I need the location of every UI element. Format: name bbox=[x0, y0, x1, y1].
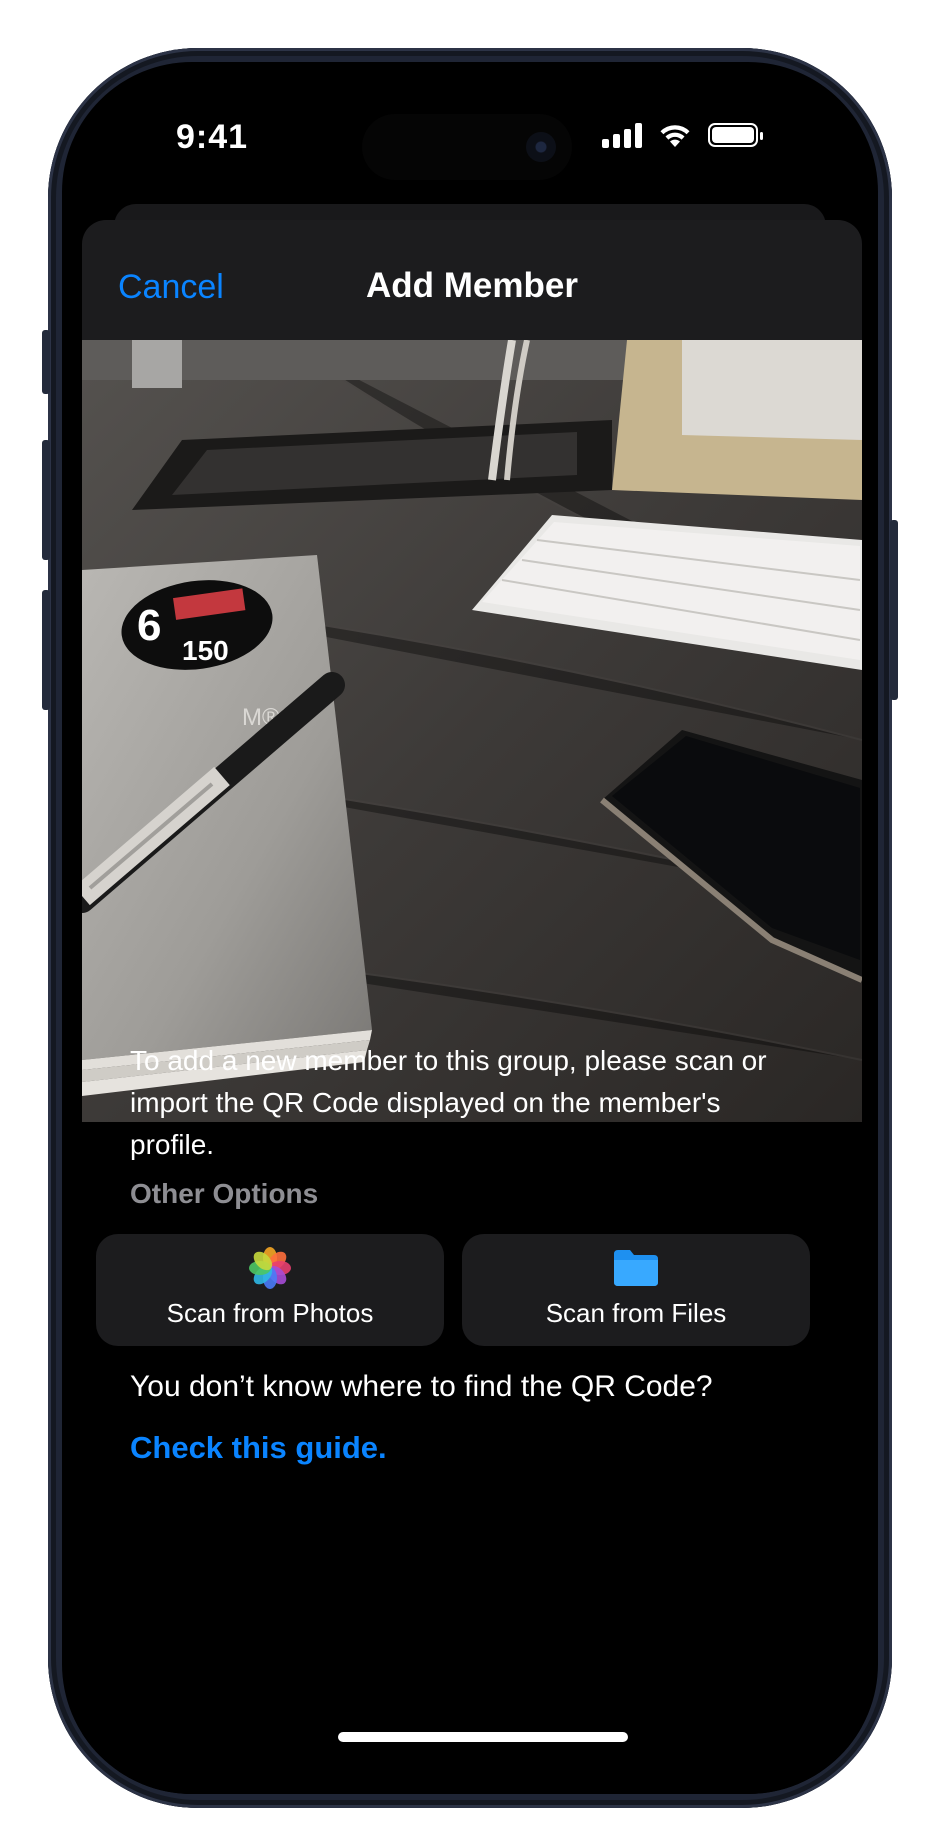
guide-link[interactable]: Check this guide. bbox=[130, 1430, 387, 1466]
navigation-bar: Cancel Add Member bbox=[82, 220, 862, 340]
qr-scanner-camera-preview[interactable]: 6 150 M®6 bbox=[82, 340, 862, 1122]
action-button bbox=[42, 330, 50, 394]
scan-from-photos-button[interactable]: Scan from Photos bbox=[96, 1234, 444, 1346]
volume-down-button bbox=[42, 590, 50, 710]
page-title: Add Member bbox=[366, 266, 578, 305]
status-time: 9:41 bbox=[176, 118, 249, 156]
other-options-label: Other Options bbox=[130, 1178, 319, 1209]
photos-app-icon bbox=[248, 1246, 292, 1295]
folder-icon bbox=[612, 1248, 660, 1293]
scan-from-files-button[interactable]: Scan from Files bbox=[462, 1234, 810, 1346]
power-button bbox=[890, 520, 898, 700]
scan-from-photos-label: Scan from Photos bbox=[166, 1298, 374, 1328]
volume-up-button bbox=[42, 440, 50, 560]
wifi-icon bbox=[660, 125, 690, 147]
front-camera-icon bbox=[526, 132, 556, 162]
qr-help-question: You don’t know where to find the QR Code… bbox=[130, 1370, 713, 1403]
home-indicator[interactable] bbox=[338, 1732, 628, 1742]
instructions-text: To add a new member to this group, pleas… bbox=[130, 1045, 767, 1160]
battery-icon bbox=[708, 123, 763, 147]
dynamic-island bbox=[362, 114, 572, 180]
camera-feed-image: 6 150 M®6 bbox=[82, 340, 862, 1122]
scan-from-files-label: Scan from Files bbox=[545, 1298, 727, 1328]
cellular-signal-icon bbox=[602, 122, 642, 148]
add-member-sheet: Cancel Add Member 6 150 M®6 bbox=[82, 220, 862, 1794]
sticker-sheet-count: 150 bbox=[182, 635, 229, 666]
sticker-number: 6 bbox=[137, 601, 161, 650]
status-icons bbox=[602, 122, 763, 148]
screen: 9:41 Cancel Add Member 6 150 M®6 To add … bbox=[62, 62, 878, 1794]
